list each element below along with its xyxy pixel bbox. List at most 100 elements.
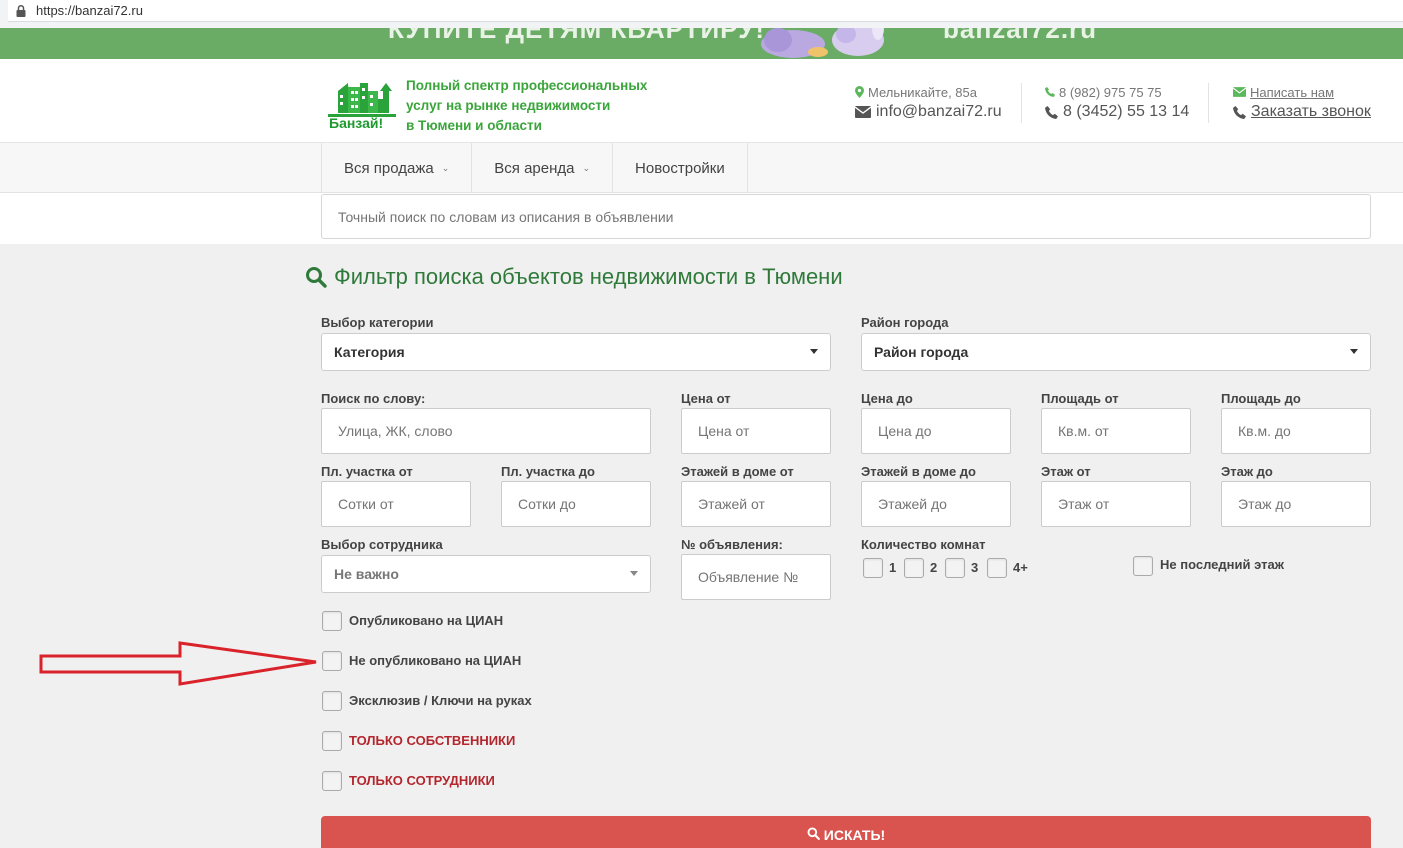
district-select-value: Район города <box>874 344 969 360</box>
category-label: Выбор категории <box>321 315 434 330</box>
search-submit-button[interactable]: ИСКАТЬ! <box>321 816 1371 848</box>
bunny-image-icon <box>761 28 884 58</box>
envelope-icon <box>1233 87 1246 97</box>
tagline-line: услуг на рынке недвижимости <box>406 98 611 113</box>
floors-to-label: Этажей в доме до <box>861 464 977 479</box>
search-strip <box>0 193 1403 244</box>
not-last-floor-checkbox[interactable] <box>1133 556 1153 576</box>
plot-from-input[interactable] <box>321 481 471 527</box>
area-from-label: Площадь от <box>1041 391 1119 406</box>
rooms-4plus-label: 4+ <box>1013 560 1028 575</box>
chevron-down-icon: ⌄ <box>441 162 450 173</box>
price-from-label: Цена от <box>681 391 731 406</box>
nav-item-label: Новостройки <box>635 159 725 177</box>
plot-to-input[interactable] <box>501 481 651 527</box>
caret-down-icon <box>630 571 638 576</box>
nav-item-label: Вся продажа <box>344 159 434 177</box>
area-to-input[interactable] <box>1221 408 1371 454</box>
keyword-search-input[interactable] <box>321 194 1371 239</box>
employees-only-label: ТОЛЬКО СОТРУДНИКИ <box>349 773 495 788</box>
contact-phones: 8 (982) 975 75 75 8 (3452) 55 13 14 <box>1045 84 1189 122</box>
nav-item-label: Вся аренда <box>494 159 575 177</box>
banner-text-right: banzai72.ru <box>943 28 1098 44</box>
rooms-label: Количество комнат <box>861 537 986 552</box>
promo-banner[interactable]: КУПИТЕ ДЕТЯМ КВАРТИРУ! banzai72.ru <box>0 28 1403 59</box>
filter-title-text: Фильтр поиска объектов недвижимости в Тю… <box>334 264 843 289</box>
contact-actions: Написать нам Заказать звонок <box>1233 84 1371 122</box>
write-us-link[interactable]: Написать нам <box>1250 85 1334 100</box>
search-icon <box>306 267 327 288</box>
district-label: Район города <box>861 315 949 330</box>
filter-title: Фильтр поиска объектов недвижимости в Тю… <box>305 264 843 290</box>
rooms-2-checkbox[interactable] <box>904 558 924 578</box>
published-cian-label: Опубликовано на ЦИАН <box>349 613 504 628</box>
caret-down-icon <box>1350 349 1358 354</box>
employee-label: Выбор сотрудника <box>321 537 443 552</box>
banner-text-left: КУПИТЕ ДЕТЯМ КВАРТИРУ! <box>388 28 766 44</box>
rooms-2-label: 2 <box>930 560 938 575</box>
floors-from-input[interactable] <box>681 481 831 527</box>
employee-select-value: Не важно <box>334 566 399 582</box>
category-select[interactable]: Категория <box>321 333 831 371</box>
floor-from-input[interactable] <box>1041 481 1191 527</box>
nav-item-sale[interactable]: Вся продажа ⌄ <box>321 143 471 193</box>
not-last-floor-label: Не последний этаж <box>1160 557 1284 572</box>
url-text: https://banzai72.ru <box>36 3 143 18</box>
tagline-line: Полный спектр профессиональных <box>406 78 648 93</box>
rooms-1-label: 1 <box>889 560 897 575</box>
header-divider <box>1208 83 1209 123</box>
rooms-1-checkbox[interactable] <box>863 558 883 578</box>
price-to-input[interactable] <box>861 408 1011 454</box>
listing-number-input[interactable] <box>681 554 831 600</box>
main-phone-text[interactable]: 8 (3452) 55 13 14 <box>1063 103 1189 121</box>
email-link[interactable]: info@banzai72.ru <box>876 103 1002 121</box>
map-marker-icon <box>855 86 864 98</box>
envelope-icon <box>855 106 871 118</box>
nav-item-new-buildings[interactable]: Новостройки <box>612 143 748 193</box>
exclusive-checkbox[interactable] <box>322 691 342 711</box>
header-divider <box>1021 83 1022 123</box>
url-field[interactable]: https://banzai72.ru <box>8 0 1403 22</box>
employee-select[interactable]: Не важно <box>321 555 651 593</box>
mobile-phone-text[interactable]: 8 (982) 975 75 75 <box>1059 85 1162 100</box>
not-published-cian-label: Не опубликовано на ЦИАН <box>349 653 522 668</box>
area-to-label: Площадь до <box>1221 391 1301 406</box>
nav-item-rent[interactable]: Вся аренда ⌄ <box>471 143 612 193</box>
price-from-input[interactable] <box>681 408 831 454</box>
search-icon <box>807 827 820 840</box>
floor-to-input[interactable] <box>1221 481 1371 527</box>
price-to-label: Цена до <box>861 391 913 406</box>
rooms-3-checkbox[interactable] <box>945 558 965 578</box>
not-published-cian-checkbox[interactable] <box>322 651 342 671</box>
phone-icon <box>1233 105 1246 119</box>
owners-only-checkbox[interactable] <box>322 731 342 751</box>
main-nav: Вся продажа ⌄ Вся аренда ⌄ Новостройки <box>0 143 1403 193</box>
phone-icon <box>1045 105 1058 119</box>
exclusive-label: Эксклюзив / Ключи на руках <box>349 693 532 708</box>
tagline: Полный спектр профессиональных услуг на … <box>406 76 647 136</box>
floors-to-input[interactable] <box>861 481 1011 527</box>
tagline-line: в Тюмени и области <box>406 118 542 133</box>
floor-from-label: Этаж от <box>1041 464 1091 479</box>
plot-to-label: Пл. участка до <box>501 464 595 479</box>
phone-icon <box>1045 87 1055 97</box>
plot-from-label: Пл. участка от <box>321 464 413 479</box>
rooms-4plus-checkbox[interactable] <box>987 558 1007 578</box>
published-cian-checkbox[interactable] <box>322 611 342 631</box>
address-text: Мельникайте, 85а <box>868 84 977 100</box>
employees-only-checkbox[interactable] <box>322 771 342 791</box>
category-select-value: Категория <box>334 344 405 360</box>
owners-only-label: ТОЛЬКО СОБСТВЕННИКИ <box>349 733 516 748</box>
logo-text: Банзай! <box>329 115 384 131</box>
order-call-link[interactable]: Заказать звонок <box>1251 103 1371 121</box>
listing-number-label: № объявления: <box>681 537 783 552</box>
chevron-down-icon: ⌄ <box>582 162 591 173</box>
area-from-input[interactable] <box>1041 408 1191 454</box>
search-submit-label: ИСКАТЬ! <box>823 827 886 843</box>
word-search-label: Поиск по слову: <box>321 391 426 406</box>
district-select[interactable]: Район города <box>861 333 1371 371</box>
floor-to-label: Этаж до <box>1221 464 1273 479</box>
word-search-input[interactable] <box>321 408 651 454</box>
floors-from-label: Этажей в доме от <box>681 464 794 479</box>
browser-address-bar: https://banzai72.ru <box>0 0 1403 28</box>
